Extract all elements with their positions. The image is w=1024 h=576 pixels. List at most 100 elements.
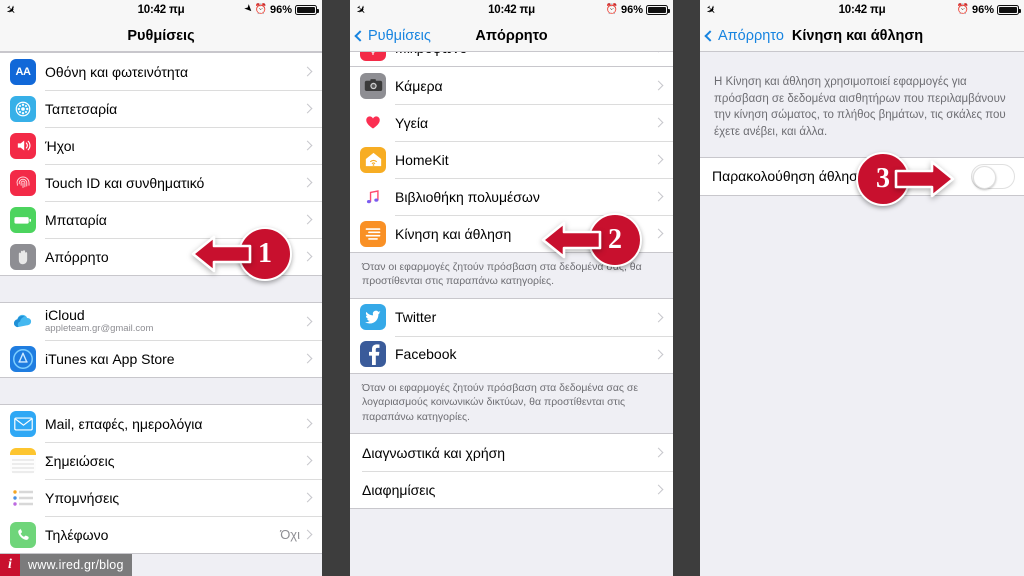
page-title: Ρυθμίσεις	[127, 27, 195, 44]
back-button[interactable]: Απόρρητο	[704, 27, 784, 44]
privacy-list[interactable]: Μικρόφωνο Κάμερα Υγεία	[350, 52, 673, 576]
chevron-right-icon	[302, 455, 313, 466]
battery-percent: 96%	[620, 4, 643, 16]
screenshot-stage: ✈ 10:42 πμ ➤ ⏰ 96% Ρυθμίσεις AA Οθόνη κα…	[0, 0, 1024, 576]
mail-icon	[10, 410, 36, 437]
list-item-camera[interactable]: Κάμερα	[350, 67, 673, 104]
display-brightness-icon: AA	[10, 58, 36, 85]
touch-id-icon	[10, 169, 36, 196]
alarm-clock-icon: ⏰	[605, 4, 618, 15]
status-right-group: ⏰ 96%	[956, 4, 1022, 16]
list-item-facebook[interactable]: Facebook	[350, 335, 673, 373]
privacy-group-social: Twitter Facebook	[350, 297, 673, 374]
list-item[interactable]: Μικρόφωνο	[350, 52, 673, 66]
iphone-screen-motion-fitness: ✈ 10:42 πμ ⏰ 96% Απόρρητο Κίνηση και άθλ…	[700, 0, 1024, 576]
notes-icon	[10, 447, 36, 474]
list-item-homekit[interactable]: HomeKit	[350, 141, 673, 178]
sidebar-item-icloud[interactable]: iCloud appleteam.gr@gmail.com	[0, 303, 322, 340]
nav-bar-motion-fitness: Απόρρητο Κίνηση και άθληση	[700, 20, 1024, 52]
row-label: Υπομνήσεις	[45, 489, 120, 506]
back-button-label: Ρυθμίσεις	[368, 27, 431, 44]
row-label: Ήχοι	[45, 137, 75, 154]
chevron-right-icon	[653, 191, 664, 202]
alarm-clock-icon: ⏰	[956, 4, 969, 15]
chevron-right-icon	[302, 353, 313, 364]
row-value: Όχι	[280, 527, 300, 542]
settings-list[interactable]: AA Οθόνη και φωτεινότητα Ταπετσαρία Ήχοι	[0, 52, 322, 576]
sidebar-item-reminders[interactable]: Υπομνήσεις	[0, 479, 322, 516]
sidebar-item-phone[interactable]: Τηλέφωνο Όχι	[0, 516, 322, 553]
sidebar-item-display[interactable]: AA Οθόνη και φωτεινότητα	[0, 53, 322, 90]
chevron-right-icon	[653, 228, 664, 239]
status-bar: ✈ 10:42 πμ ⏰ 96%	[700, 0, 1024, 20]
health-icon	[360, 109, 386, 136]
row-label: iCloud appleteam.gr@gmail.com	[45, 308, 304, 334]
list-spacer	[0, 378, 322, 404]
fitness-tracking-toggle[interactable]	[971, 163, 1015, 189]
back-button[interactable]: Ρυθμίσεις	[354, 27, 431, 44]
sidebar-item-itunes-appstore[interactable]: iTunes και App Store	[0, 340, 322, 377]
callout-3: 3	[856, 152, 956, 206]
chevron-right-icon	[653, 447, 664, 458]
list-item-media-library[interactable]: Βιβλιοθήκη πολυμέσων	[350, 178, 673, 215]
row-label: Μικρόφωνο	[395, 52, 655, 56]
battery-percent: 96%	[269, 4, 292, 16]
row-label: Τηλέφωνο	[45, 526, 109, 543]
status-left-group: ✈	[703, 1, 720, 18]
chevron-right-icon	[302, 492, 313, 503]
sidebar-item-mail[interactable]: Mail, επαφές, ημερολόγια	[0, 405, 322, 442]
motion-fitness-content: Η Κίνηση και άθληση χρησιμοποιεί εφαρμογ…	[700, 52, 1024, 576]
row-subtitle: appleteam.gr@gmail.com	[45, 323, 154, 335]
row-label: Σημειώσεις	[45, 452, 115, 469]
status-right-group: ⏰ 96%	[605, 4, 671, 16]
row-label: Touch ID και συνθηματικό	[45, 174, 205, 191]
row-label: Διαφημίσεις	[362, 481, 436, 498]
chevron-right-icon	[653, 154, 664, 165]
battery-icon	[295, 5, 320, 15]
chevron-right-icon	[302, 66, 313, 77]
row-label: Οθόνη και φωτεινότητα	[45, 63, 189, 80]
privacy-footnote-2: Όταν οι εφαρμογές ζητούν πρόσβαση στα δε…	[350, 373, 673, 434]
chevron-left-icon	[704, 29, 716, 42]
phone-icon	[10, 521, 36, 548]
chevron-right-icon	[653, 117, 664, 128]
list-item-health[interactable]: Υγεία	[350, 104, 673, 141]
camera-icon	[360, 72, 386, 99]
location-arrow-icon: ➤	[241, 2, 256, 16]
row-label: Facebook	[395, 346, 457, 363]
list-item-advertising[interactable]: Διαφημίσεις	[350, 471, 673, 509]
row-label: Βιβλιοθήκη πολυμέσων	[395, 188, 540, 205]
twitter-icon	[360, 304, 386, 331]
battery-icon	[997, 5, 1022, 15]
row-label: Twitter	[395, 309, 437, 326]
arrow-left-icon	[191, 235, 252, 273]
sidebar-item-wallpaper[interactable]: Ταπετσαρία	[0, 90, 322, 127]
page-title: Κίνηση και άθληση	[791, 27, 924, 44]
row-title: iCloud	[45, 307, 85, 324]
homekit-icon	[360, 146, 386, 173]
media-library-icon	[360, 183, 386, 210]
chevron-right-icon	[653, 312, 664, 323]
chevron-right-icon	[302, 316, 313, 327]
back-button-label: Απόρρητο	[718, 27, 784, 44]
row-label: HomeKit	[395, 151, 449, 168]
row-label: Μπαταρία	[45, 211, 107, 228]
row-label: Υγεία	[395, 114, 429, 131]
nav-bar-privacy: Ρυθμίσεις Απόρρητο	[350, 20, 673, 52]
arrow-right-icon	[894, 160, 955, 198]
sidebar-item-sounds[interactable]: Ήχοι	[0, 127, 322, 164]
chevron-right-icon	[302, 251, 313, 262]
status-bar: ✈ 10:42 πμ ⏰ 96%	[350, 0, 673, 20]
status-left-group: ✈	[353, 1, 370, 18]
row-label: Ταπετσαρία	[45, 100, 118, 117]
list-item-twitter[interactable]: Twitter	[350, 298, 673, 336]
sidebar-item-notes[interactable]: Σημειώσεις	[0, 442, 322, 479]
list-item-diagnostics[interactable]: Διαγνωστικά και χρήση	[350, 434, 673, 472]
nav-bar-settings: Ρυθμίσεις	[0, 20, 322, 52]
status-bar: ✈ 10:42 πμ ➤ ⏰ 96%	[0, 0, 322, 20]
callout-2: 2	[540, 213, 642, 267]
sidebar-item-touchid[interactable]: Touch ID και συνθηματικό	[0, 164, 322, 201]
row-label: Mail, επαφές, ημερολόγια	[45, 415, 203, 432]
partial-row-microphone[interactable]: Μικρόφωνο	[350, 52, 673, 66]
wallpaper-icon	[10, 95, 36, 122]
